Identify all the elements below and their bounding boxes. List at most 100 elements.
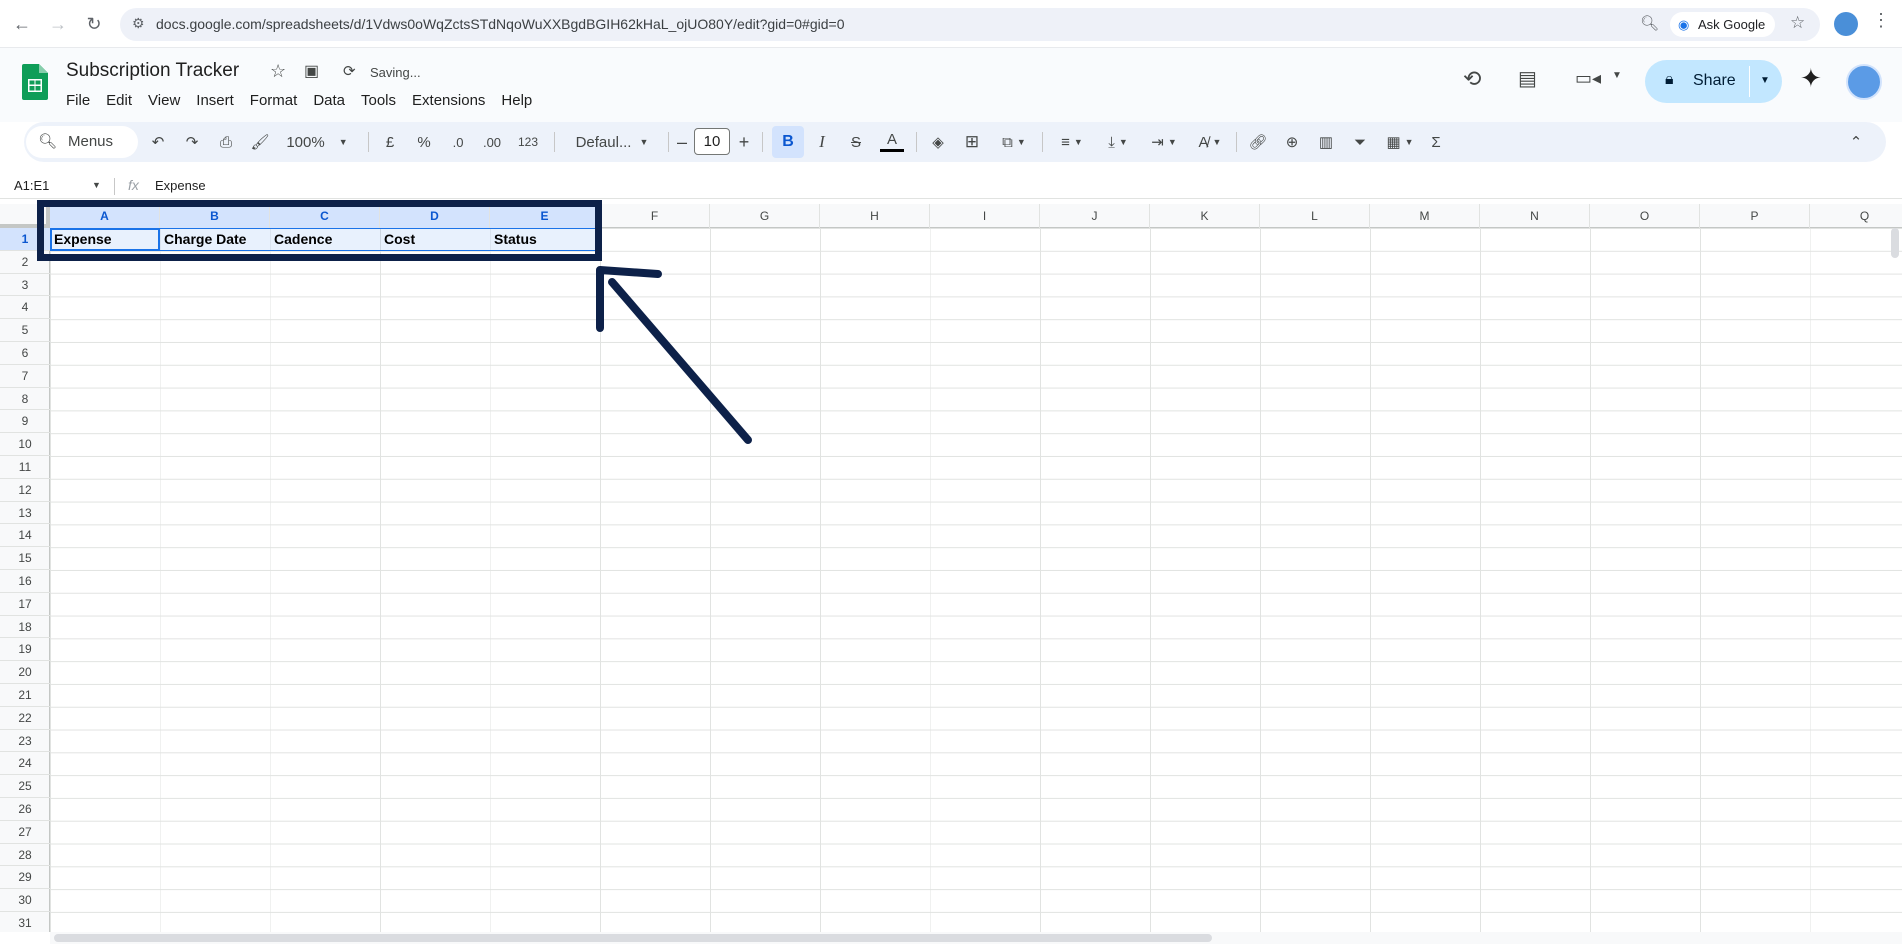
column-header-Q[interactable]: Q	[1810, 204, 1902, 228]
menu-view[interactable]: View	[140, 89, 188, 112]
column-header-G[interactable]: G	[710, 204, 820, 228]
row-header-17[interactable]: 17	[0, 593, 50, 616]
site-info-icon[interactable]: ⚙	[132, 15, 145, 32]
font-family-select[interactable]: Defaul... ▼	[564, 130, 660, 154]
undo-icon[interactable]: ↶	[146, 130, 170, 154]
insert-comment-icon[interactable]: ⊕	[1280, 130, 1304, 154]
decrease-decimal-button[interactable]: .0	[444, 130, 472, 154]
move-folder-icon[interactable]: ▣	[304, 61, 319, 81]
column-header-P[interactable]: P	[1700, 204, 1810, 228]
name-box-dropdown-icon[interactable]: ▼	[92, 180, 101, 190]
document-title[interactable]: Subscription Tracker	[66, 60, 239, 82]
bold-button[interactable]: B	[772, 126, 804, 158]
row-header-13[interactable]: 13	[0, 502, 50, 525]
row-header-8[interactable]: 8	[0, 388, 50, 411]
row-header-26[interactable]: 26	[0, 798, 50, 821]
number-format-button[interactable]: 123	[512, 130, 544, 154]
meet-icon[interactable]: ▭◂	[1575, 68, 1601, 89]
cells-area[interactable]	[50, 228, 1902, 932]
text-rotation-icon[interactable]: A̸ ▼	[1190, 130, 1230, 154]
row-header-23[interactable]: 23	[0, 730, 50, 753]
menu-insert[interactable]: Insert	[188, 89, 242, 112]
meet-dropdown-icon[interactable]: ▼	[1612, 70, 1622, 81]
sheets-logo-icon[interactable]	[22, 64, 48, 100]
row-header-4[interactable]: 4	[0, 296, 50, 320]
column-header-F[interactable]: F	[600, 204, 710, 228]
paint-format-icon[interactable]: 🖌︎	[248, 130, 272, 154]
italic-button[interactable]: I	[810, 130, 834, 154]
row-header-20[interactable]: 20	[0, 661, 50, 684]
row-header-31[interactable]: 31	[0, 912, 50, 932]
row-header-21[interactable]: 21	[0, 684, 50, 707]
browser-menu-icon[interactable]: ⋮	[1872, 10, 1890, 31]
horizontal-align-icon[interactable]: ≡ ▼	[1052, 130, 1092, 154]
decrease-font-size-icon[interactable]: –	[672, 130, 692, 154]
vertical-align-icon[interactable]: ⤓ ▼	[1098, 130, 1138, 154]
menu-help[interactable]: Help	[493, 89, 540, 112]
menu-extensions[interactable]: Extensions	[404, 89, 493, 112]
menu-edit[interactable]: Edit	[98, 89, 140, 112]
row-header-22[interactable]: 22	[0, 707, 50, 730]
redo-icon[interactable]: ↷	[180, 130, 204, 154]
row-header-30[interactable]: 30	[0, 889, 50, 912]
functions-button[interactable]: Σ	[1424, 130, 1448, 154]
row-header-14[interactable]: 14	[0, 524, 50, 548]
currency-format-button[interactable]: £	[378, 130, 402, 154]
collapse-toolbar-icon[interactable]: ⌃	[1844, 130, 1868, 154]
column-header-H[interactable]: H	[820, 204, 930, 228]
horizontal-scrollbar[interactable]	[50, 932, 1902, 944]
filter-views-icon[interactable]: ▦ ▼	[1380, 130, 1420, 154]
search-menus-button[interactable]: 🔍︎ Menus	[26, 126, 138, 158]
row-header-6[interactable]: 6	[0, 342, 50, 365]
column-header-I[interactable]: I	[930, 204, 1040, 228]
star-icon[interactable]: ☆	[270, 61, 286, 82]
comments-icon[interactable]: ▤	[1518, 66, 1537, 91]
print-icon[interactable]: ⎙	[214, 130, 238, 154]
row-header-28[interactable]: 28	[0, 844, 50, 867]
reload-icon[interactable]: ↻	[80, 10, 108, 38]
ask-google-button[interactable]: ◉ Ask Google	[1670, 12, 1776, 37]
share-button[interactable]: 🔒︎ Share ▼	[1645, 60, 1782, 103]
column-header-M[interactable]: M	[1370, 204, 1480, 228]
horizontal-scroll-thumb[interactable]	[54, 934, 1212, 942]
forward-icon[interactable]: →	[44, 10, 72, 38]
user-avatar[interactable]	[1846, 64, 1882, 100]
version-history-icon[interactable]: ⟲	[1463, 66, 1481, 92]
zoom-icon[interactable]: 🔍︎	[1640, 14, 1659, 32]
row-header-29[interactable]: 29	[0, 866, 50, 890]
font-size-input[interactable]: 10	[694, 128, 730, 155]
row-header-7[interactable]: 7	[0, 365, 50, 388]
zoom-select[interactable]: 100% ▼	[282, 130, 352, 154]
bookmark-star-icon[interactable]: ☆	[1790, 13, 1805, 33]
row-header-24[interactable]: 24	[0, 752, 50, 776]
row-header-16[interactable]: 16	[0, 570, 50, 593]
browser-profile-avatar[interactable]	[1834, 12, 1858, 36]
gemini-icon[interactable]: ✦	[1800, 63, 1822, 94]
row-header-10[interactable]: 10	[0, 433, 50, 456]
text-wrapping-icon[interactable]: ⇥ ▼	[1144, 130, 1184, 154]
percent-format-button[interactable]: %	[412, 130, 436, 154]
text-color-button[interactable]: A	[880, 130, 904, 152]
row-header-9[interactable]: 9	[0, 410, 50, 434]
increase-decimal-button[interactable]: .00	[476, 130, 508, 154]
row-header-27[interactable]: 27	[0, 821, 50, 844]
formula-input[interactable]: Expense	[155, 178, 206, 193]
column-header-K[interactable]: K	[1150, 204, 1260, 228]
strikethrough-button[interactable]: S	[844, 130, 868, 154]
insert-link-icon[interactable]: 🔗︎	[1246, 130, 1270, 154]
insert-chart-icon[interactable]: ▥	[1314, 130, 1338, 154]
filter-icon[interactable]: ⏷	[1348, 130, 1372, 154]
back-icon[interactable]: ←	[8, 10, 36, 38]
row-header-12[interactable]: 12	[0, 479, 50, 502]
menu-file[interactable]: File	[58, 89, 98, 112]
fill-color-icon[interactable]: ◈	[926, 130, 950, 154]
column-header-N[interactable]: N	[1480, 204, 1590, 228]
row-header-11[interactable]: 11	[0, 456, 50, 479]
merge-cells-icon[interactable]: ⧉ ▼	[994, 130, 1034, 154]
column-header-L[interactable]: L	[1260, 204, 1370, 228]
vertical-scroll-thumb[interactable]	[1891, 228, 1899, 258]
share-dropdown-icon[interactable]: ▼	[1760, 75, 1770, 86]
row-header-25[interactable]: 25	[0, 775, 50, 798]
row-header-18[interactable]: 18	[0, 616, 50, 639]
menu-format[interactable]: Format	[242, 89, 306, 112]
